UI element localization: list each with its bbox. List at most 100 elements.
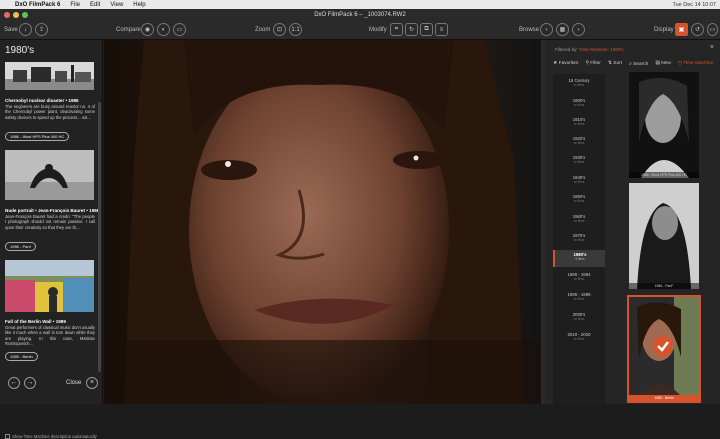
decade-item[interactable]: 1930's xx films [553,155,605,164]
menu-app-name[interactable]: DxO FilmPack 6 [10,2,65,8]
grid-view-button[interactable]: ▦ [556,23,569,36]
film-icon: ▣ [678,27,685,33]
tab-sort[interactable]: ⇅ Sort [608,61,622,67]
decade-item[interactable]: 1990 - 1994 xx films [553,272,605,281]
film-thumbnail[interactable]: 1986 - PanF [629,183,699,289]
browse-label: Browse [519,27,540,33]
thumbnail-image [629,72,699,178]
chevron-left-icon: ‹ [545,26,548,33]
next-image-button[interactable]: › [572,23,585,36]
decade-count: xx films [573,141,585,145]
display-label: Display [654,27,674,33]
browser-icon: ▭ [709,27,716,33]
tab-new[interactable]: ▤ New [655,61,670,67]
menubar-clock: Tue Dec 14 10:07 [672,1,716,8]
thumbnail-image [629,183,699,289]
tab-filter[interactable]: ⚲ Filter [585,61,601,67]
menu-edit[interactable]: Edit [85,2,105,8]
decade-item[interactable]: 1970's xx films [553,233,605,242]
tab-favorites-label: Favorites [558,61,579,66]
close-panel-button[interactable]: × [86,377,98,389]
chernobyl-photo[interactable] [5,62,94,90]
rotate-icon: ↻ [408,27,415,33]
browser-toggle-button[interactable]: ▭ [707,23,718,36]
share-icon: ⇪ [38,27,45,33]
nude-portrait-photo[interactable] [5,150,94,200]
card-title: Nude portrait • Jean-François Bauret • 1… [5,208,100,213]
decade-item[interactable]: 1950's xx films [553,194,605,203]
previous-card-button[interactable]: ← [8,377,20,389]
decade-item[interactable]: 2000's xx films [553,312,605,321]
decade-item[interactable]: 1995 - 1999 xx films [553,292,605,301]
berlin-wall-photo[interactable] [5,260,94,312]
decade-item[interactable]: 1900's xx films [553,98,605,107]
card-film-tag[interactable]: 1986 - Ilford HPS Plus 400 HC [5,132,70,141]
document-title: DxO FilmPack 6 – _1003074.RW2 [314,12,406,18]
decade-item-selected[interactable]: 1980's 9 films [553,250,605,267]
history-button[interactable]: ↺ [691,23,704,36]
decade-count: xx films [573,103,585,107]
decade-count: xx films [573,219,585,223]
card-description: Jean-François Bauret had a credo: "The p… [5,214,95,230]
tab-search-label: Search [633,62,649,67]
panel-scrollbar[interactable] [98,102,101,372]
zoom-fit-button[interactable]: ⊡ [273,23,286,36]
presets-button[interactable]: ≡ [435,23,448,36]
tab-time-machine[interactable]: ◷ Time Machine [678,61,713,67]
tab-search[interactable]: ⌕ Search [629,61,648,67]
decade-item[interactable]: 19 Century xx films [553,78,605,87]
rotate-button[interactable]: ↻ [405,23,418,36]
thumbnail-caption: 1989 - Berlin [629,395,699,401]
tab-favorites[interactable]: ★ Favorites [553,61,578,67]
film-thumbnail-selected[interactable]: 1989 - Berlin [627,295,701,403]
menu-view[interactable]: View [105,2,128,8]
crop-button[interactable]: ⌗ [390,23,403,36]
show-description-checkbox[interactable]: Show Time Machine description automatica… [5,434,97,439]
time-machine-display-button[interactable]: ▣ [675,23,688,36]
previous-image-button[interactable]: ‹ [540,23,553,36]
compare-button[interactable]: ◉ [141,23,154,36]
card-title: Chernobyl nuclear disaster • 1986 [5,98,79,103]
grid-icon: ▦ [559,27,566,33]
arrow-right-icon: → [26,379,34,386]
zoom-100-button[interactable]: 1:1 [289,23,302,36]
decade-item[interactable]: 2010 - 2020 xx films [553,332,605,341]
sliders-icon: ≡ [439,26,444,33]
filter-value[interactable]: Time Machine: 1980's [579,47,624,52]
menu-help[interactable]: Help [128,2,150,8]
decade-item[interactable]: 1960's xx films [553,214,605,223]
decade-item[interactable]: 1910's xx films [553,117,605,126]
save-button[interactable]: ↓ [19,23,32,36]
split-view-button[interactable]: ◐ [157,23,170,36]
card-title: Fall of the Berlin Wall • 1989 [5,319,66,324]
next-card-button[interactable]: → [24,377,36,389]
card-film-tag[interactable]: 1989 - Berlin [5,352,38,361]
zoom-fit-icon: ⊡ [276,27,283,33]
menu-bar: DxO FilmPack 6 File Edit View Help Tue D… [0,0,720,9]
main-toolbar: DxO FilmPack 6 – _1003074.RW2 Save ↓ ⇪ C… [0,9,720,40]
portrait-photo [104,40,541,404]
tab-filter-label: Filter [590,61,601,66]
side-by-side-button[interactable]: ▭ [173,23,186,36]
thumbnail-caption: 1986 - Ilford HPS Plus 400 HC [629,172,699,178]
clear-filter-icon[interactable]: × [710,44,714,51]
card-description: Great performers of classical music don'… [5,325,95,347]
decade-list: 19 Century xx films 1900's xx films 1910's… [553,74,605,404]
export-button[interactable]: ⇪ [35,23,48,36]
copy-settings-button[interactable]: ⧉ [420,23,433,36]
close-label[interactable]: Close [66,380,81,386]
crop-icon: ⌗ [394,26,399,32]
time-machine-panel: 1980's Chernobyl nuclear disaster • 1986… [0,40,103,439]
zoom-label: Zoom [255,27,271,33]
menu-file[interactable]: File [65,2,85,8]
decade-count: xx films [573,180,585,184]
main-image-viewer[interactable] [104,40,541,404]
decade-item[interactable]: 1920's xx films [553,136,605,145]
browser-panel: Filtered by: Time Machine: 1980's × ★ Fa… [545,40,720,404]
compare-label: Compare [116,27,141,33]
checkbox-box[interactable] [5,434,10,439]
card-film-tag[interactable]: 1986 - Panf [5,242,36,251]
decade-item[interactable]: 1940's xx films [553,175,605,184]
film-thumbnail[interactable]: 1986 - Ilford HPS Plus 400 HC [629,72,699,178]
modify-label: Modify [369,27,387,33]
